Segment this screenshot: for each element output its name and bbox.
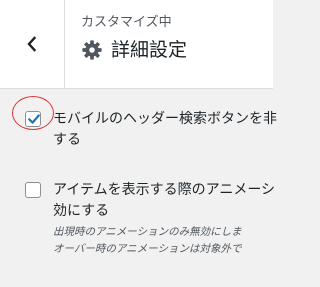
item-animation-label-line1: アイテムを表示する際のアニメーシ (53, 182, 276, 198)
panel-title: 詳細設定 (111, 39, 188, 61)
item-animation-checkbox[interactable] (25, 182, 41, 198)
description-line2: オーバー時のアニメーションは対象外で (53, 243, 242, 255)
mobile-search-label[interactable]: モバイルのヘッダー検索ボタンを非 する (53, 109, 277, 151)
back-button[interactable] (0, 0, 65, 88)
item-animation-label-line2: 効にする (53, 203, 110, 219)
options-panel: モバイルのヘッダー検索ボタンを非 する アイテムを表示する際のアニメーシ 効にす… (0, 89, 277, 287)
item-animation-description: 出現時のアニメーションのみ無効にしま オーバー時のアニメーションは対象外で (53, 224, 242, 258)
gear-icon (82, 40, 102, 60)
mobile-search-checkbox[interactable] (25, 111, 41, 127)
mobile-search-label-line2: する (53, 132, 81, 148)
chevron-left-icon (27, 36, 37, 52)
customizer-header: カスタマイズ中 詳細設定 (0, 0, 273, 89)
panel-title-area: カスタマイズ中 詳細設定 (81, 14, 273, 63)
description-line1: 出現時のアニメーションのみ無効にしま (53, 226, 242, 238)
item-animation-label[interactable]: アイテムを表示する際のアニメーシ 効にする (53, 180, 275, 222)
panel-title-row: 詳細設定 (81, 37, 273, 63)
mobile-search-label-line1: モバイルのヘッダー検索ボタンを非 (53, 111, 277, 127)
checkmark-icon (28, 114, 40, 124)
customizing-subtitle: カスタマイズ中 (81, 15, 172, 30)
